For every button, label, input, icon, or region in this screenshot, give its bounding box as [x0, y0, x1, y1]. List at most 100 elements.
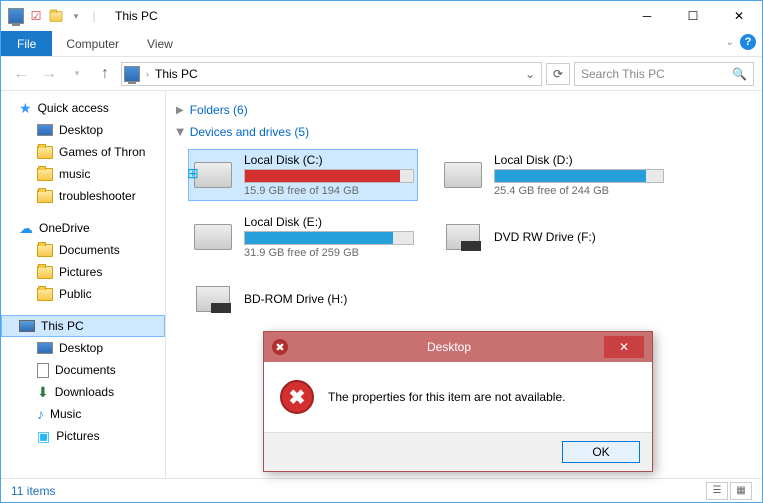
- drive-name: BD-ROM Drive (H:): [244, 292, 414, 306]
- drive-name: Local Disk (E:): [244, 215, 414, 229]
- usage-bar: [494, 169, 664, 183]
- window-controls: ─ ☐ ✕: [624, 1, 762, 31]
- sidebar-item-desktop[interactable]: Desktop: [1, 119, 165, 141]
- refresh-button[interactable]: ⟳: [546, 63, 570, 85]
- usage-bar: [244, 231, 414, 245]
- up-button[interactable]: ↑: [93, 62, 117, 86]
- drive-name: Local Disk (C:): [244, 153, 414, 167]
- qat-properties-icon[interactable]: ☑: [27, 7, 45, 25]
- dialog-body: ✖ The properties for this item are not a…: [264, 362, 652, 432]
- dialog-footer: OK: [264, 432, 652, 471]
- drive-free: 25.4 GB free of 244 GB: [494, 185, 664, 197]
- search-input[interactable]: Search This PC 🔍: [574, 62, 754, 86]
- drive-item[interactable]: BD BD-ROM Drive (H:): [188, 273, 418, 325]
- drive-item[interactable]: DVD DVD RW Drive (F:): [438, 211, 668, 263]
- qat-dropdown-icon[interactable]: ▾: [67, 7, 85, 25]
- location-icon: [124, 66, 140, 82]
- chevron-down-icon: ▶: [174, 128, 185, 136]
- drive-name: DVD RW Drive (F:): [494, 230, 664, 244]
- ribbon-expand-icon[interactable]: ⌄: [726, 37, 734, 48]
- chevron-right-icon[interactable]: ›: [146, 69, 149, 79]
- folder-icon: [37, 190, 53, 203]
- status-bar: 11 items ☰ ▦: [1, 478, 762, 502]
- sidebar-item-troubleshooter[interactable]: troubleshooter: [1, 185, 165, 207]
- sidebar-item-games[interactable]: Games of Thron: [1, 141, 165, 163]
- dialog-title-icon: ✖: [272, 339, 288, 355]
- search-placeholder: Search This PC: [581, 67, 665, 81]
- folder-icon: [37, 244, 53, 257]
- maximize-button[interactable]: ☐: [670, 1, 716, 31]
- icons-view-button[interactable]: ▦: [730, 482, 752, 500]
- view-tab[interactable]: View: [133, 31, 187, 56]
- sidebar-item-pc-desktop[interactable]: Desktop: [1, 337, 165, 359]
- qat-newfolder-icon[interactable]: [47, 7, 65, 25]
- sidebar-item-pc-documents[interactable]: Documents: [1, 359, 165, 381]
- help-icon[interactable]: ?: [740, 34, 756, 50]
- back-button[interactable]: ←: [9, 62, 33, 86]
- sidebar-item-pc-music[interactable]: ♪Music: [1, 403, 165, 425]
- address-dropdown-icon[interactable]: ⌄: [521, 67, 539, 81]
- quick-access-toolbar: ☑ ▾: [7, 7, 85, 25]
- sidebar-item-pc-pictures[interactable]: ▣Pictures: [1, 425, 165, 447]
- ribbon-tabs: File Computer View ⌄ ?: [1, 31, 762, 57]
- drives-list: Local Disk (C:)15.9 GB free of 194 GBLoc…: [176, 143, 752, 339]
- download-icon: ⬇: [37, 384, 49, 401]
- drive-item[interactable]: Local Disk (D:) 25.4 GB free of 244 GB: [438, 149, 668, 201]
- forward-button[interactable]: →: [37, 62, 61, 86]
- desktop-icon: [37, 124, 53, 136]
- folder-icon: [37, 146, 53, 159]
- address-text: This PC: [155, 67, 198, 81]
- drive-free: 31.9 GB free of 259 GB: [244, 247, 414, 259]
- computer-tab[interactable]: Computer: [52, 31, 133, 56]
- sidebar-item-od-public[interactable]: Public: [1, 283, 165, 305]
- sidebar-item-pc-downloads[interactable]: ⬇Downloads: [1, 381, 165, 403]
- ribbon-help: ⌄ ?: [726, 34, 756, 50]
- star-icon: ★: [19, 100, 32, 117]
- file-tab[interactable]: File: [1, 31, 52, 56]
- sidebar-item-od-pictures[interactable]: Pictures: [1, 261, 165, 283]
- separator: |: [85, 7, 103, 25]
- details-view-button[interactable]: ☰: [706, 482, 728, 500]
- ok-button[interactable]: OK: [562, 441, 640, 463]
- pictures-icon: ▣: [37, 428, 50, 445]
- sidebar-item-music[interactable]: music: [1, 163, 165, 185]
- sidebar-item-od-documents[interactable]: Documents: [1, 239, 165, 261]
- item-count: 11 items: [11, 484, 55, 498]
- drive-name: Local Disk (D:): [494, 153, 664, 167]
- desktop-icon: [37, 342, 53, 354]
- group-folders[interactable]: ▶ Folders (6): [176, 99, 752, 121]
- app-icon: [7, 7, 25, 25]
- usage-bar: [244, 169, 414, 183]
- recent-dropdown[interactable]: ▾: [65, 62, 89, 86]
- view-buttons: ☰ ▦: [706, 482, 752, 500]
- sidebar-onedrive[interactable]: ☁OneDrive: [1, 217, 165, 239]
- group-devices[interactable]: ▶ Devices and drives (5): [176, 121, 752, 143]
- sidebar-thispc[interactable]: This PC: [1, 315, 165, 337]
- close-button[interactable]: ✕: [716, 1, 762, 31]
- address-bar[interactable]: › This PC ⌄: [121, 62, 542, 86]
- chevron-right-icon: ▶: [176, 105, 184, 116]
- drive-item[interactable]: Local Disk (E:) 31.9 GB free of 259 GB: [188, 211, 418, 263]
- search-icon: 🔍: [732, 67, 747, 81]
- drive-icon: [192, 154, 234, 196]
- drive-icon: [442, 154, 484, 196]
- document-icon: [37, 363, 49, 378]
- dialog-close-button[interactable]: ✕: [604, 336, 644, 358]
- minimize-button[interactable]: ─: [624, 1, 670, 31]
- drive-icon: BD: [192, 278, 234, 320]
- error-icon: ✖: [280, 380, 314, 414]
- pc-icon: [19, 320, 35, 332]
- drive-item[interactable]: Local Disk (C:) 15.9 GB free of 194 GB: [188, 149, 418, 201]
- window-title: This PC: [115, 9, 158, 23]
- titlebar: ☑ ▾ | This PC ─ ☐ ✕: [1, 1, 762, 31]
- sidebar-quickaccess[interactable]: ★Quick access: [1, 97, 165, 119]
- dialog-titlebar[interactable]: ✖ Desktop ✕: [264, 332, 652, 362]
- error-dialog: ✖ Desktop ✕ ✖ The properties for this it…: [263, 331, 653, 472]
- folder-icon: [37, 168, 53, 181]
- drive-free: 15.9 GB free of 194 GB: [244, 185, 414, 197]
- folder-icon: [37, 266, 53, 279]
- drive-icon: DVD: [442, 216, 484, 258]
- drive-icon: [192, 216, 234, 258]
- folder-icon: [37, 288, 53, 301]
- dialog-title: Desktop: [294, 340, 604, 354]
